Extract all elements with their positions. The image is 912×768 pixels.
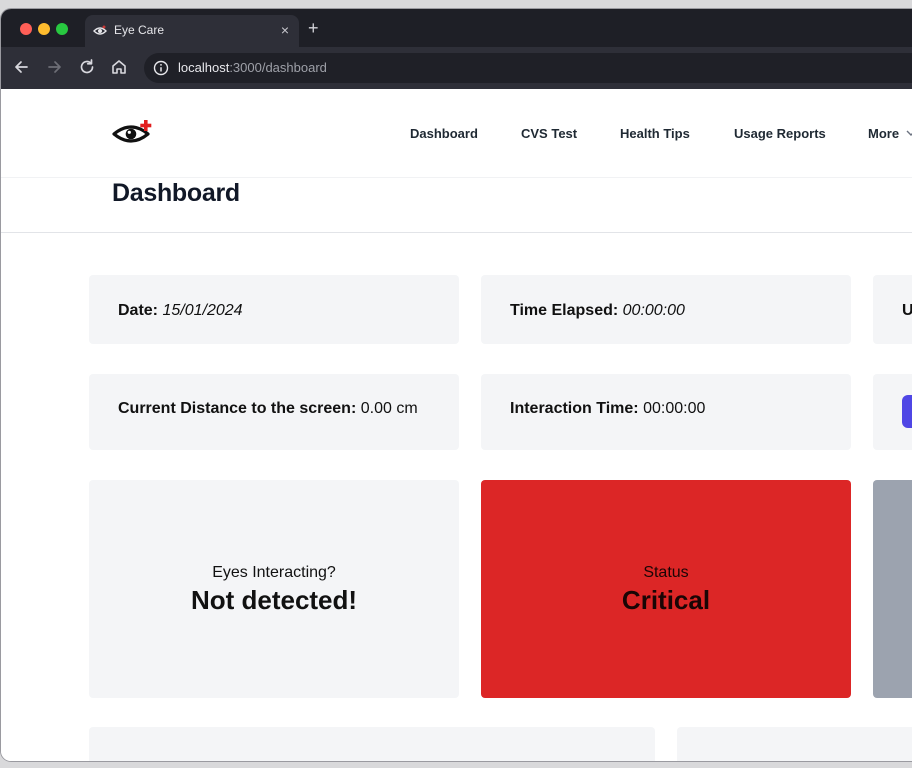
url-host: localhost	[178, 60, 230, 75]
status-value: Critical	[621, 585, 711, 615]
nav-link-more[interactable]: More	[868, 126, 899, 141]
url-text: localhost:3000/dashboard	[178, 60, 327, 75]
reload-icon[interactable]	[77, 57, 97, 77]
distance-label: Current Distance to the screen:	[118, 400, 357, 417]
bottom-panel-left	[89, 727, 655, 761]
time-elapsed-card: Time Elapsed: 00:00:00	[481, 275, 851, 344]
status-label: Status	[643, 564, 689, 581]
home-icon[interactable]	[109, 57, 129, 77]
browser-window: Eye Care × + localhost:3000/dashboard Da…	[1, 9, 912, 761]
tab-bar: Eye Care × +	[1, 9, 912, 47]
interaction-time-card: Interaction Time: 00:00:00	[481, 374, 851, 450]
truncated-stat-card: U	[873, 275, 912, 344]
time-elapsed-value: 00:00:00	[622, 302, 685, 319]
nav-link-usage-reports[interactable]: Usage Reports	[734, 126, 826, 141]
chevron-down-icon[interactable]	[906, 128, 912, 138]
browser-toolbar: localhost:3000/dashboard	[1, 47, 912, 89]
maximize-window-button[interactable]	[56, 23, 68, 35]
new-tab-button[interactable]: +	[308, 18, 319, 38]
address-bar[interactable]: localhost:3000/dashboard	[144, 53, 912, 83]
nav-link-health-tips[interactable]: Health Tips	[620, 126, 690, 141]
bottom-panel-right	[677, 727, 912, 761]
nav-link-dashboard[interactable]: Dashboard	[410, 126, 478, 141]
tab-title: Eye Care	[114, 23, 165, 37]
date-card: Date: 15/01/2024	[89, 275, 459, 344]
distance-value: 0.00 cm	[360, 400, 418, 417]
minimize-window-button[interactable]	[38, 23, 50, 35]
third-status-card	[873, 480, 912, 698]
status-card: Status Critical	[481, 480, 851, 698]
top-navigation: Dashboard CVS Test Health Tips Usage Rep…	[1, 89, 912, 178]
eyes-interacting-card: Eyes Interacting? Not detected!	[89, 480, 459, 698]
arrow-right-icon[interactable]	[44, 57, 64, 77]
tab-close-icon[interactable]: ×	[281, 21, 289, 39]
truncated-stat-label: U	[902, 302, 912, 319]
time-elapsed-label: Time Elapsed:	[510, 302, 619, 319]
distance-card: Current Distance to the screen: 0.00 cm	[89, 374, 459, 450]
eye-care-logo-icon[interactable]	[111, 117, 157, 147]
header-divider	[1, 232, 912, 233]
page-content: Dashboard CVS Test Health Tips Usage Rep…	[1, 89, 912, 761]
browser-tab[interactable]: Eye Care ×	[85, 15, 299, 47]
page-title: Dashboard	[112, 179, 240, 207]
interaction-time-value: 00:00:00	[643, 400, 706, 417]
close-window-button[interactable]	[20, 23, 32, 35]
eye-favicon-icon	[93, 25, 107, 35]
date-label: Date:	[118, 302, 159, 319]
action-card	[873, 374, 912, 450]
date-value: 15/01/2024	[162, 302, 243, 319]
interaction-time-label: Interaction Time:	[510, 400, 639, 417]
eyes-interacting-value: Not detected!	[190, 585, 358, 615]
info-icon[interactable]	[153, 60, 169, 76]
nav-link-cvs-test[interactable]: CVS Test	[521, 126, 577, 141]
arrow-left-icon[interactable]	[12, 57, 32, 77]
action-button[interactable]	[902, 395, 912, 428]
url-path: :3000/dashboard	[229, 60, 327, 75]
eyes-interacting-label: Eyes Interacting?	[212, 564, 336, 581]
